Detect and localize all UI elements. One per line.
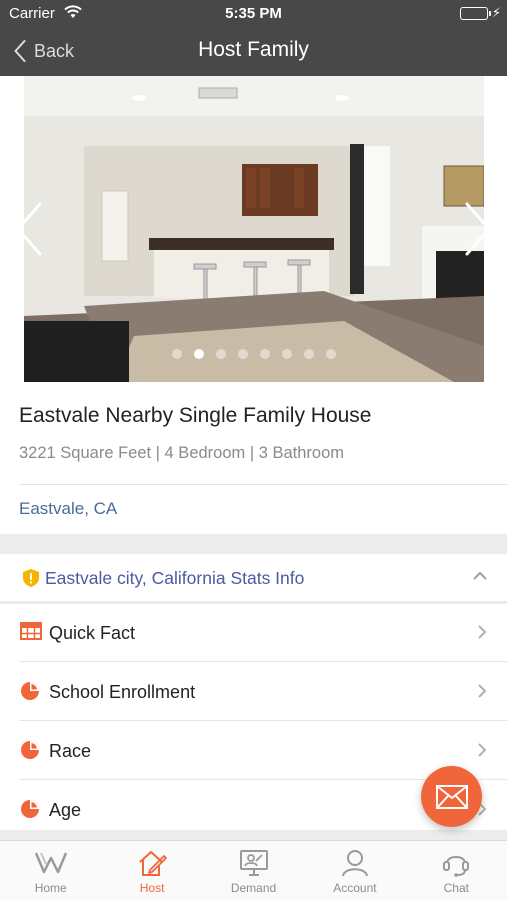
stat-row-label: Quick Fact bbox=[49, 623, 136, 643]
chevron-left-icon bbox=[16, 202, 42, 256]
home-logo-icon bbox=[34, 852, 67, 874]
status-time: 5:35 PM bbox=[225, 5, 282, 22]
tab-label: Chat bbox=[443, 881, 469, 895]
gallery-next-button[interactable] bbox=[459, 199, 499, 259]
gallery-page-dot[interactable] bbox=[303, 349, 314, 359]
charging-bolt-icon: ⚡ bbox=[491, 5, 501, 20]
divider bbox=[19, 484, 507, 485]
stats-header-label: Eastvale city, California Stats Info bbox=[45, 568, 305, 588]
stat-row-label: Race bbox=[49, 741, 92, 761]
gallery-page-dot[interactable] bbox=[215, 349, 226, 359]
tab-label: Home bbox=[34, 881, 67, 895]
message-fab-button[interactable] bbox=[421, 766, 482, 827]
navigation-bar: Back Host Family bbox=[0, 28, 507, 76]
stat-row-quick-fact[interactable]: Quick Fact bbox=[0, 604, 507, 662]
listing-specs: 3221 Square Feet | 4 Bedroom | 3 Bathroo… bbox=[19, 444, 345, 462]
listing-info-card: Eastvale Nearby Single Family House 3221… bbox=[0, 382, 507, 534]
gallery-page-dot[interactable] bbox=[259, 349, 270, 359]
chevron-right-icon bbox=[478, 625, 487, 639]
photo-gallery[interactable] bbox=[0, 76, 507, 382]
tab-host[interactable]: Host bbox=[101, 841, 202, 900]
pie-chart-icon bbox=[21, 800, 39, 818]
listing-title: Eastvale Nearby Single Family House bbox=[19, 404, 372, 427]
gallery-page-indicator[interactable] bbox=[0, 349, 507, 359]
gallery-photo bbox=[24, 76, 484, 382]
tab-chat[interactable]: Chat bbox=[406, 841, 507, 900]
stat-row-school-enrollment[interactable]: School Enrollment bbox=[0, 663, 507, 721]
shield-icon bbox=[23, 569, 39, 587]
stat-row-race[interactable]: Race bbox=[0, 722, 507, 780]
divider bbox=[19, 720, 507, 721]
envelope-icon bbox=[435, 784, 468, 809]
gallery-prev-button[interactable] bbox=[8, 199, 48, 259]
chat-icon bbox=[443, 856, 470, 877]
gallery-page-dot[interactable] bbox=[193, 349, 204, 359]
battery-icon bbox=[460, 7, 491, 20]
stat-row-label: School Enrollment bbox=[49, 682, 196, 702]
gallery-page-dot[interactable] bbox=[171, 349, 182, 359]
stat-row-label: Age bbox=[49, 800, 82, 820]
chevron-right-icon bbox=[478, 743, 487, 757]
page-title: Host Family bbox=[198, 38, 309, 61]
tab-home[interactable]: Home bbox=[0, 841, 101, 900]
chevron-right-icon bbox=[465, 202, 491, 256]
chevron-right-icon bbox=[478, 684, 487, 698]
chevron-up-icon bbox=[473, 571, 487, 580]
account-icon bbox=[341, 850, 368, 877]
pie-chart-icon bbox=[21, 682, 39, 700]
gallery-page-dot[interactable] bbox=[325, 349, 336, 359]
tab-label: Account bbox=[333, 881, 377, 895]
divider bbox=[19, 661, 507, 662]
tab-label: Host bbox=[139, 881, 165, 895]
pie-chart-icon bbox=[21, 741, 39, 759]
listing-location-link[interactable]: Eastvale, CA bbox=[19, 499, 117, 519]
status-bar: Carrier 5:35 PM ⚡ bbox=[0, 0, 507, 28]
tab-demand[interactable]: Demand bbox=[203, 841, 304, 900]
tab-account[interactable]: Account bbox=[304, 841, 405, 900]
tab-label: Demand bbox=[230, 881, 277, 895]
gallery-page-dot[interactable] bbox=[281, 349, 292, 359]
table-icon bbox=[20, 622, 42, 640]
demand-icon bbox=[239, 850, 268, 876]
host-icon bbox=[139, 851, 168, 876]
tab-bar: Home Host Demand Account Chat bbox=[0, 840, 507, 900]
gallery-page-dot[interactable] bbox=[237, 349, 248, 359]
stats-info-header[interactable]: Eastvale city, California Stats Info bbox=[0, 554, 507, 602]
